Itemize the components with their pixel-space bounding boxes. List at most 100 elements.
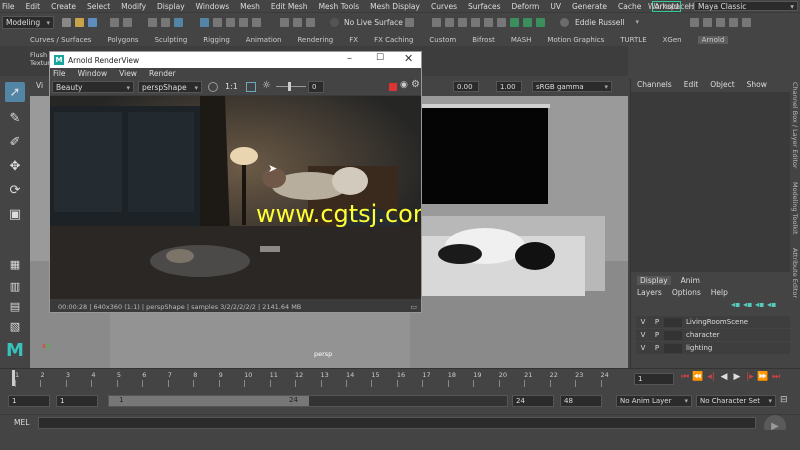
menu-file[interactable]: File [2,2,15,11]
menu-mesh[interactable]: Mesh [240,2,260,11]
select-component-icon[interactable] [174,18,183,27]
layer-playback-toggle[interactable]: P [650,331,664,339]
layer-color-swatch[interactable] [664,317,682,327]
tab-anim[interactable]: Anim [681,276,700,285]
render-frame-icon[interactable] [445,18,454,27]
render-settings-icon[interactable] [432,18,441,27]
frame-icon[interactable] [246,82,256,92]
layout-outliner-icon[interactable]: ▤ [5,296,25,316]
menu-edit-mesh[interactable]: Edit Mesh [271,2,308,11]
scale-tool-icon[interactable]: ▣ [5,204,25,224]
range-slider-handle[interactable]: 1 24 [109,396,309,406]
renderview-titlebar[interactable]: M Arnold RenderView – ☐ ✕ [50,52,421,68]
input-output-icon[interactable] [293,18,302,27]
step-forward-key-icon[interactable]: ⏩ [757,372,768,382]
history-icon[interactable] [280,18,289,27]
layer-row[interactable]: V P character [636,329,791,341]
layer-visibility-toggle[interactable]: V [636,331,650,339]
layer-row[interactable]: V P lighting [636,342,791,354]
open-scene-icon[interactable] [75,18,84,27]
redo-icon[interactable] [123,18,132,27]
camera-dropdown[interactable]: perspShape ▾ [138,81,202,93]
menu-edit[interactable]: Edit [26,2,41,11]
menu-deform[interactable]: Deform [511,2,539,11]
shelf-tab-sculpting[interactable]: Sculpting [155,36,188,44]
layer-playback-toggle[interactable]: P [650,318,664,326]
go-to-start-icon[interactable]: ⏮ [680,372,690,382]
new-layer-icon[interactable]: ◂▪ [755,300,764,309]
light-editor-icon[interactable] [497,18,506,27]
workspace-dropdown[interactable]: Maya Classic ▾ [694,1,798,11]
menu-modify[interactable]: Modify [121,2,146,11]
layer-color-swatch[interactable] [664,330,682,340]
menu-display[interactable]: Display [157,2,185,11]
menu-cache[interactable]: Cache [618,2,641,11]
render-image[interactable]: www.cgtsj.com ➤ [50,96,421,299]
select-tool-icon[interactable]: ➚ [5,82,25,102]
animation-end-field[interactable]: 48 [560,395,602,407]
undo-icon[interactable] [110,18,119,27]
user-avatar-icon[interactable] [560,18,569,27]
menu-windows[interactable]: Windows [196,2,229,11]
shelf-tab-mash[interactable]: MASH [511,36,532,44]
shelf-tab-rendering[interactable]: Rendering [297,36,333,44]
play-backward-icon[interactable]: ◀ [719,372,729,382]
auto-key-icon[interactable]: ⊟ [780,395,788,405]
layer-color-swatch[interactable] [664,343,682,353]
lasso-tool-icon[interactable]: ✎ [5,108,25,128]
current-frame-field[interactable]: 1 [634,373,674,385]
aov-dropdown[interactable]: Beauty ▾ [52,81,134,93]
animation-start-field[interactable]: 1 [8,395,50,407]
snap-point-icon[interactable] [226,18,235,27]
menu-curves[interactable]: Curves [431,2,457,11]
time-slider[interactable]: 1 2 3 4 5 6 7 8 9 10 11 12 13 14 15 16 17 18 19 20 21 22 23 24 … [0,368,800,388]
ipr-render-icon[interactable] [458,18,467,27]
toggle-modeling-toolkit-icon[interactable] [690,18,699,27]
hypershade-icon[interactable] [484,18,493,27]
cb-menu-show[interactable]: Show [747,80,767,89]
exposure-field[interactable]: 0.00 [453,81,479,92]
menu-mesh-tools[interactable]: Mesh Tools [319,2,360,11]
layer-visibility-toggle[interactable]: V [636,318,650,326]
snapshot-icon[interactable]: ▭ [410,303,417,311]
side-tab-channel-box[interactable]: Channel Box / Layer Editor [791,82,799,169]
step-back-frame-icon[interactable]: ◂| [706,372,716,382]
menu-surfaces[interactable]: Surfaces [468,2,500,11]
playback-end-field[interactable]: 24 [512,395,554,407]
le-menu-options[interactable]: Options [672,288,701,297]
snap-surface-icon[interactable] [252,18,261,27]
rotate-tool-icon[interactable]: ⟳ [5,180,25,200]
shelf-tab-fx-caching[interactable]: FX Caching [374,36,413,44]
ipr-icon[interactable]: ◉ [400,80,408,90]
rv-menu-view[interactable]: View [119,69,137,78]
shelf-tab-motion-graphics[interactable]: Motion Graphics [547,36,604,44]
move-layer-down-icon[interactable]: ◂▪ [743,300,752,309]
cb-menu-edit[interactable]: Edit [684,80,699,89]
menu-generate[interactable]: Generate [572,2,607,11]
layer-visibility-toggle[interactable]: V [636,344,650,352]
side-tab-modeling-toolkit[interactable]: Modeling Toolkit [791,182,799,234]
step-back-key-icon[interactable]: ⏪ [692,372,703,382]
layout-graph-icon[interactable]: ▧ [5,316,25,336]
user-account-dropdown[interactable]: Eddie Russell ▾ [572,16,642,29]
snap-curve-icon[interactable] [213,18,222,27]
arnold-render-icon[interactable] [510,18,519,27]
tab-display[interactable]: Display [637,276,671,285]
character-set-dropdown[interactable]: No Character Set ▾ [696,395,776,407]
toggle-character-controls-icon[interactable] [703,18,712,27]
shelf-tab-arnold[interactable]: Arnold [697,36,729,44]
paint-select-tool-icon[interactable]: ✐ [5,132,25,152]
shelf-tab-curves-surfaces[interactable]: Curves / Surfaces [30,36,91,44]
viewport-menu-view[interactable]: Vi [36,81,43,90]
single-view-icon[interactable]: ▦ [5,254,25,274]
playback-start-field[interactable]: 1 [56,395,98,407]
render-view-icon[interactable] [471,18,480,27]
select-hierarchy-icon[interactable] [148,18,157,27]
menu-uv[interactable]: UV [550,2,561,11]
le-menu-help[interactable]: Help [711,288,728,297]
snap-grid-icon[interactable] [200,18,209,27]
command-input[interactable] [38,417,756,429]
go-to-end-icon[interactable]: ⏭ [771,372,781,382]
exposure-slider[interactable] [276,86,306,87]
toggle-attribute-editor-icon[interactable] [716,18,725,27]
